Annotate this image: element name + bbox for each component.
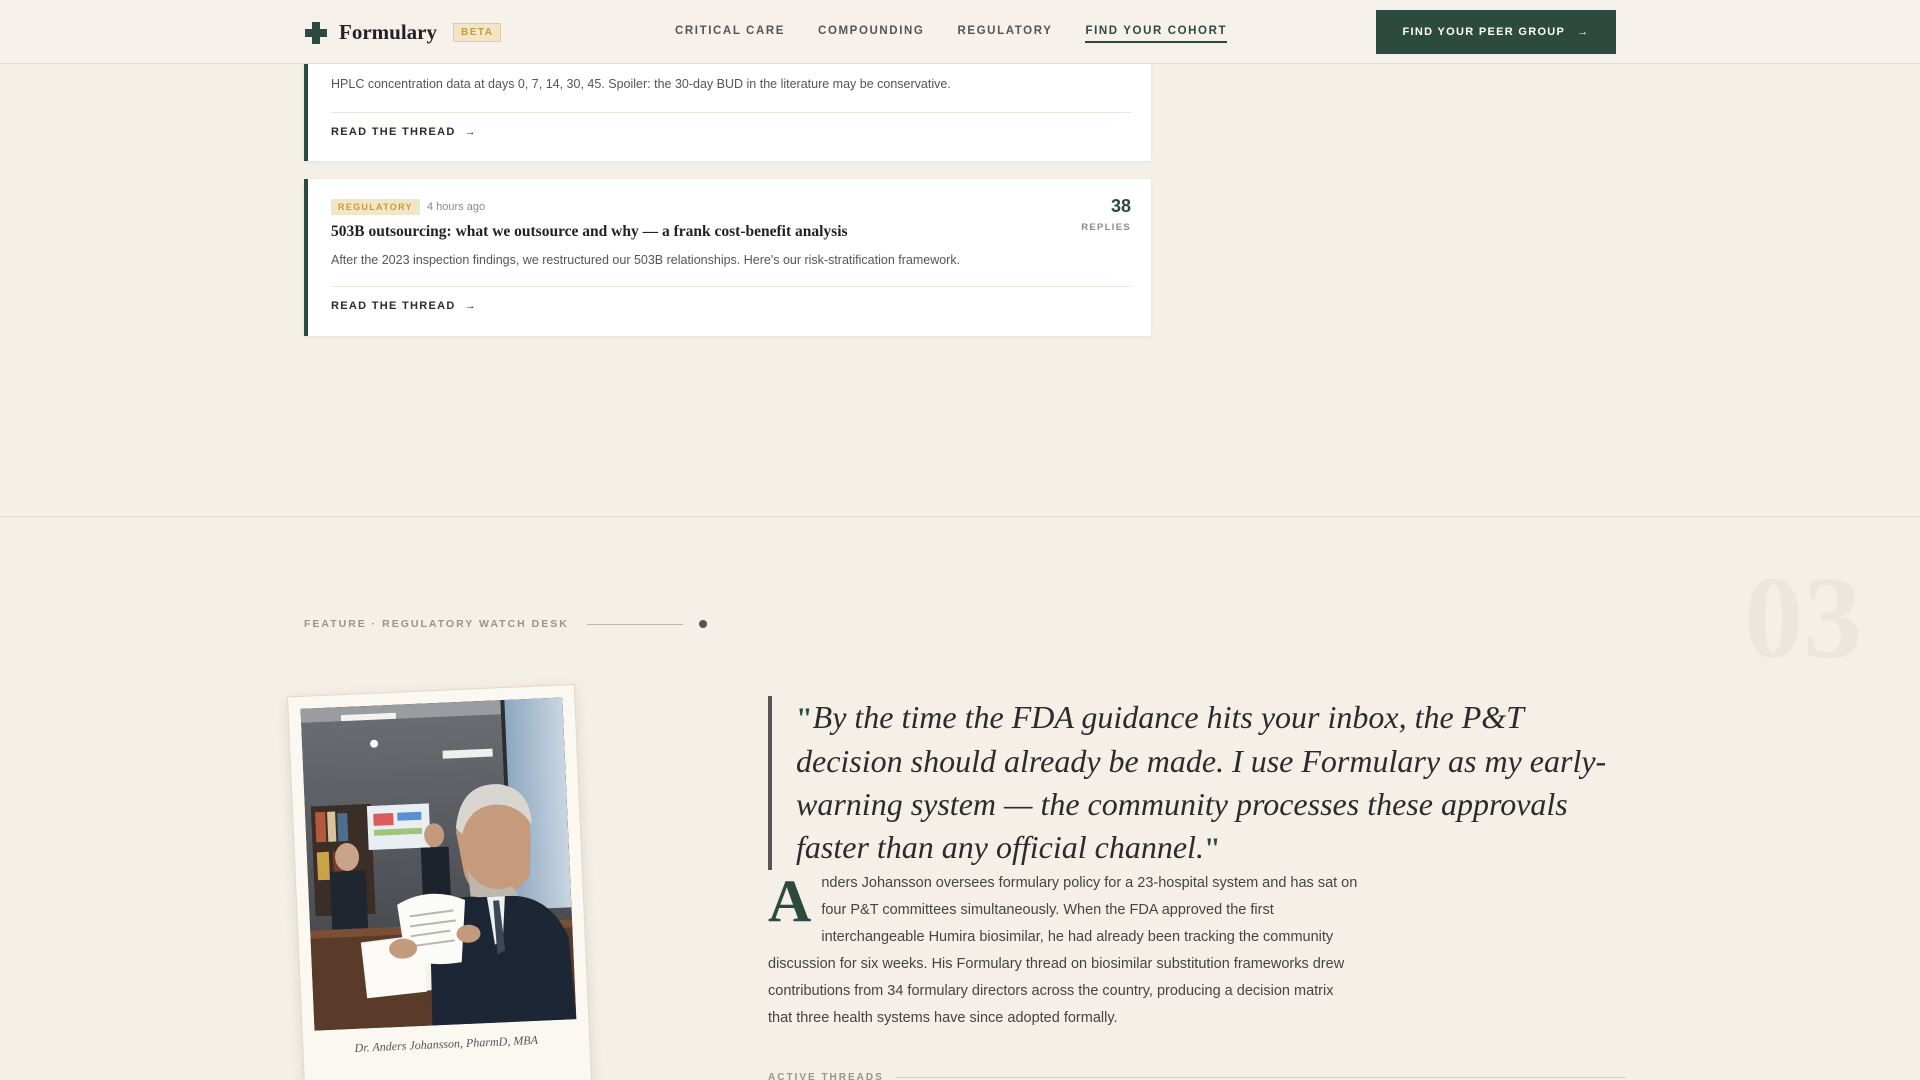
category-tag[interactable]: REGULATORY xyxy=(331,199,420,215)
read-thread-label: READ THE THREAD xyxy=(331,300,456,312)
open-quote-icon: " xyxy=(796,702,813,735)
active-threads-rule xyxy=(895,1077,1626,1078)
main-nav: CRITICAL CARE COMPOUNDING REGULATORY FIN… xyxy=(675,25,1260,43)
thread-excerpt: HPLC concentration data at days 0, 7, 14… xyxy=(331,77,951,91)
bio-text: nders Johansson oversees formulary polic… xyxy=(768,875,1358,1026)
section-divider xyxy=(0,516,1920,517)
thread-excerpt: After the 2023 inspection findings, we r… xyxy=(331,253,961,267)
section-number: 03 xyxy=(1744,552,1862,683)
eyebrow-dot xyxy=(698,620,707,628)
photo-caption: Dr. Anders Johansson, PharmD, MBA xyxy=(354,1032,539,1055)
nav-critical-care[interactable]: CRITICAL CARE xyxy=(675,25,785,43)
pull-quote: "By the time the FDA guidance hits your … xyxy=(768,696,1618,870)
eyebrow-label: FEATURE · REGULATORY WATCH DESK xyxy=(304,618,569,630)
find-peer-group-button[interactable]: FIND YOUR PEER GROUP → xyxy=(1376,10,1616,54)
arrow-right-icon: → xyxy=(464,300,477,312)
close-quote-icon: " xyxy=(1203,832,1221,865)
thread-card[interactable]: REGULATORY 4 hours ago 503B outsourcing:… xyxy=(304,179,1151,336)
eyebrow-line xyxy=(586,623,683,625)
read-thread-label: READ THE THREAD xyxy=(331,126,456,138)
active-threads-label: ACTIVE THREADS xyxy=(768,1072,884,1080)
brand-name: Formulary xyxy=(339,20,437,44)
beta-badge: BETA xyxy=(452,23,502,42)
nav-compounding[interactable]: COMPOUNDING xyxy=(818,25,924,43)
profile-photo-card: Dr. Anders Johansson, PharmD, MBA xyxy=(286,683,594,1080)
active-threads-heading: ACTIVE THREADS xyxy=(768,1072,1626,1080)
read-thread-link[interactable]: READ THE THREAD → xyxy=(331,300,477,312)
read-thread-link[interactable]: READ THE THREAD → xyxy=(331,126,477,138)
drop-cap: A xyxy=(768,868,812,934)
replies-label: REPLIES xyxy=(1081,222,1131,233)
bio-paragraph: A nders Johansson oversees formulary pol… xyxy=(768,870,1358,1032)
profile-photo xyxy=(300,697,577,1031)
feature-eyebrow: FEATURE · REGULATORY WATCH DESK xyxy=(304,618,707,630)
thread-timestamp: 4 hours ago xyxy=(427,201,486,213)
cta-label: FIND YOUR PEER GROUP xyxy=(1402,26,1566,38)
arrow-right-icon: → xyxy=(1577,26,1590,38)
nav-find-your-cohort[interactable]: FIND YOUR COHORT xyxy=(1085,25,1228,43)
arrow-right-icon: → xyxy=(464,126,477,138)
thread-title[interactable]: 503B outsourcing: what we outsource and … xyxy=(331,223,848,241)
nav-regulatory[interactable]: REGULATORY xyxy=(957,25,1052,43)
card-divider xyxy=(331,112,1131,113)
brand-logo[interactable]: Formulary BETA xyxy=(305,20,502,45)
quote-text: By the time the FDA guidance hits your i… xyxy=(796,699,1607,865)
site-header: Formulary BETA CRITICAL CARE COMPOUNDING… xyxy=(0,0,1920,64)
cross-icon xyxy=(305,21,327,44)
card-divider xyxy=(331,286,1131,287)
replies-count: 38 xyxy=(1110,196,1131,216)
